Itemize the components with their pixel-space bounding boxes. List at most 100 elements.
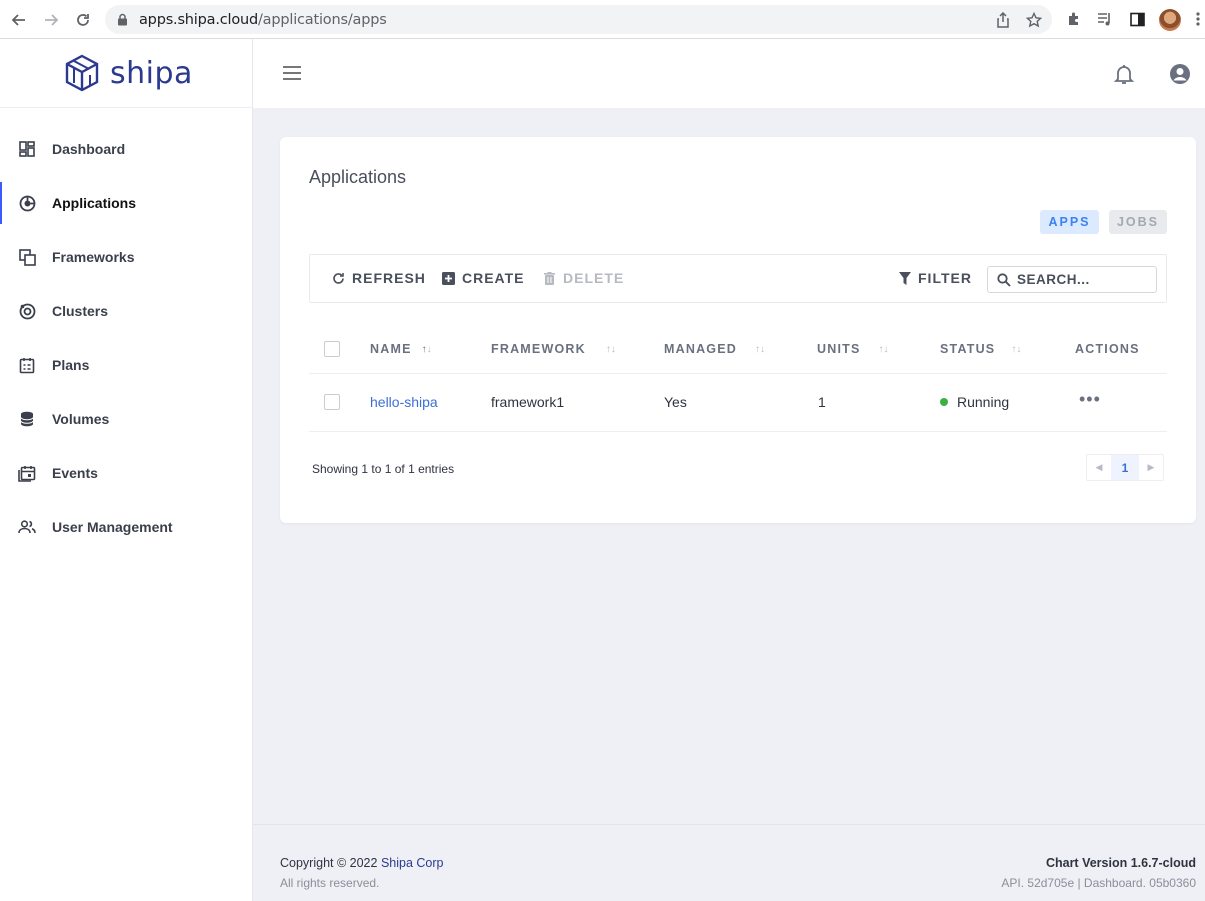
browser-toolbar: apps.shipa.cloud/applications/apps	[0, 0, 1205, 39]
dashboard-icon	[18, 140, 36, 158]
create-label: CREATE	[462, 270, 525, 286]
back-icon[interactable]	[9, 10, 29, 30]
sidebar-item-label: Clusters	[52, 303, 109, 319]
copyright-text: Copyright © 2022 Shipa Corp	[280, 856, 444, 870]
tab-apps[interactable]: APPS	[1040, 210, 1099, 234]
app-header	[253, 39, 1205, 108]
sidebar-item-user-management[interactable]: User Management	[0, 505, 252, 549]
sidebar-item-label: Dashboard	[52, 141, 126, 157]
filter-button[interactable]: FILTER	[898, 270, 972, 286]
bookmark-star-icon[interactable]	[1025, 11, 1043, 29]
sidebar-item-label: Volumes	[52, 411, 110, 427]
search-field[interactable]	[987, 266, 1157, 293]
sidebar-item-dashboard[interactable]: Dashboard	[0, 127, 252, 171]
rights-text: All rights reserved.	[280, 876, 380, 890]
column-header-label: MANAGED	[664, 342, 737, 356]
tab-jobs[interactable]: JOBS	[1109, 210, 1167, 234]
search-input[interactable]	[1017, 272, 1147, 287]
column-header-label: UNITS	[817, 342, 861, 356]
page-number-button[interactable]: 1	[1111, 455, 1139, 480]
sort-icon: ↑↓	[605, 343, 616, 355]
column-header-label: STATUS	[940, 342, 996, 356]
delete-button[interactable]: DELETE	[542, 270, 624, 286]
plus-square-icon	[441, 271, 455, 285]
volumes-icon	[18, 410, 36, 428]
status-label: Running	[957, 394, 1010, 410]
api-version: API. 52d705e | Dashboard. 05b0360	[1001, 876, 1196, 890]
lock-icon	[117, 13, 128, 31]
table-toolbar: REFRESH CREATE DELETE FILTER	[309, 254, 1167, 303]
applications-card: Applications APPS JOBS REFRESH CREATE DE…	[280, 137, 1196, 523]
shipa-logo-icon	[65, 54, 99, 92]
share-icon[interactable]	[994, 11, 1012, 29]
account-icon[interactable]	[1169, 63, 1191, 90]
logo[interactable]: shipa	[0, 39, 252, 108]
sidebar-item-clusters[interactable]: Clusters	[0, 289, 252, 333]
create-button[interactable]: CREATE	[441, 270, 525, 286]
prev-page-icon[interactable]: ◀	[1087, 455, 1111, 480]
company-link[interactable]: Shipa Corp	[381, 856, 444, 870]
app-name-link[interactable]: hello-shipa	[370, 394, 438, 410]
plans-icon	[18, 356, 36, 374]
select-all-checkbox[interactable]	[324, 341, 340, 357]
menu-toggle-icon[interactable]	[283, 66, 301, 80]
status-cell: Running	[940, 394, 1009, 410]
sidebar-item-events[interactable]: Events	[0, 451, 252, 495]
sidebar-item-label: Events	[52, 465, 98, 481]
chart-version: Chart Version 1.6.7-cloud	[1045, 856, 1196, 870]
next-page-icon[interactable]: ▶	[1139, 455, 1163, 480]
media-queue-icon[interactable]	[1096, 10, 1114, 28]
row-actions-more-icon[interactable]: •••	[1079, 390, 1101, 408]
sort-icon: ↑↓	[1011, 343, 1022, 355]
column-header-actions: ACTIONS	[1075, 342, 1140, 356]
refresh-button[interactable]: REFRESH	[331, 270, 426, 286]
notifications-bell-icon[interactable]	[1113, 63, 1135, 90]
forward-icon[interactable]	[41, 10, 61, 30]
applications-table: NAME ↑↓ FRAMEWORK ↑↓ MANAGED ↑↓ UNITS ↑↓…	[309, 324, 1167, 432]
trash-icon	[542, 271, 556, 285]
sidebar-item-label: User Management	[52, 519, 173, 535]
side-panel-icon[interactable]	[1128, 10, 1146, 28]
column-header-label: FRAMEWORK	[491, 342, 586, 356]
column-header-managed[interactable]: MANAGED ↑↓	[664, 342, 765, 356]
users-icon	[18, 518, 36, 536]
refresh-icon	[331, 271, 345, 285]
units-cell: 1	[818, 394, 826, 410]
sidebar-item-plans[interactable]: Plans	[0, 343, 252, 387]
clusters-icon	[18, 302, 36, 320]
sidebar-item-volumes[interactable]: Volumes	[0, 397, 252, 441]
row-checkbox[interactable]	[324, 394, 340, 410]
sort-icon: ↑↓	[754, 343, 765, 355]
sidebar-item-applications[interactable]: Applications	[0, 181, 252, 225]
refresh-label: REFRESH	[352, 270, 426, 286]
url-text: apps.shipa.cloud/applications/apps	[139, 12, 387, 28]
column-header-status[interactable]: STATUS ↑↓	[940, 342, 1021, 356]
framework-cell: framework1	[491, 394, 565, 410]
status-running-dot	[940, 398, 948, 406]
managed-cell: Yes	[664, 394, 687, 410]
filter-icon	[898, 271, 912, 285]
sidebar-item-label: Plans	[52, 357, 90, 373]
copyright-prefix: Copyright © 2022	[280, 856, 378, 870]
applications-icon	[18, 194, 36, 212]
sort-asc-icon: ↑↓	[421, 343, 432, 355]
reload-icon[interactable]	[73, 10, 93, 30]
filter-label: FILTER	[918, 270, 972, 286]
column-header-framework[interactable]: FRAMEWORK ↑↓	[491, 342, 616, 356]
events-icon	[18, 464, 36, 482]
table-row: hello-shipa framework1 Yes 1 Running •••	[309, 374, 1167, 432]
entries-info: Showing 1 to 1 of 1 entries	[312, 462, 455, 476]
profile-avatar[interactable]	[1159, 9, 1181, 31]
extensions-icon[interactable]	[1065, 10, 1083, 28]
column-header-name[interactable]: NAME ↑↓	[370, 342, 432, 356]
browser-menu-icon[interactable]	[1193, 10, 1203, 28]
brand-name: shipa	[110, 55, 193, 91]
column-header-label: ACTIONS	[1075, 342, 1140, 356]
sidebar-item-frameworks[interactable]: Frameworks	[0, 235, 252, 279]
page-title: Applications	[309, 167, 407, 187]
address-bar[interactable]: apps.shipa.cloud/applications/apps	[105, 5, 1052, 34]
sidebar-item-label: Frameworks	[52, 249, 135, 265]
search-icon	[997, 272, 1011, 287]
column-header-units[interactable]: UNITS ↑↓	[817, 342, 889, 356]
frameworks-icon	[18, 248, 36, 266]
